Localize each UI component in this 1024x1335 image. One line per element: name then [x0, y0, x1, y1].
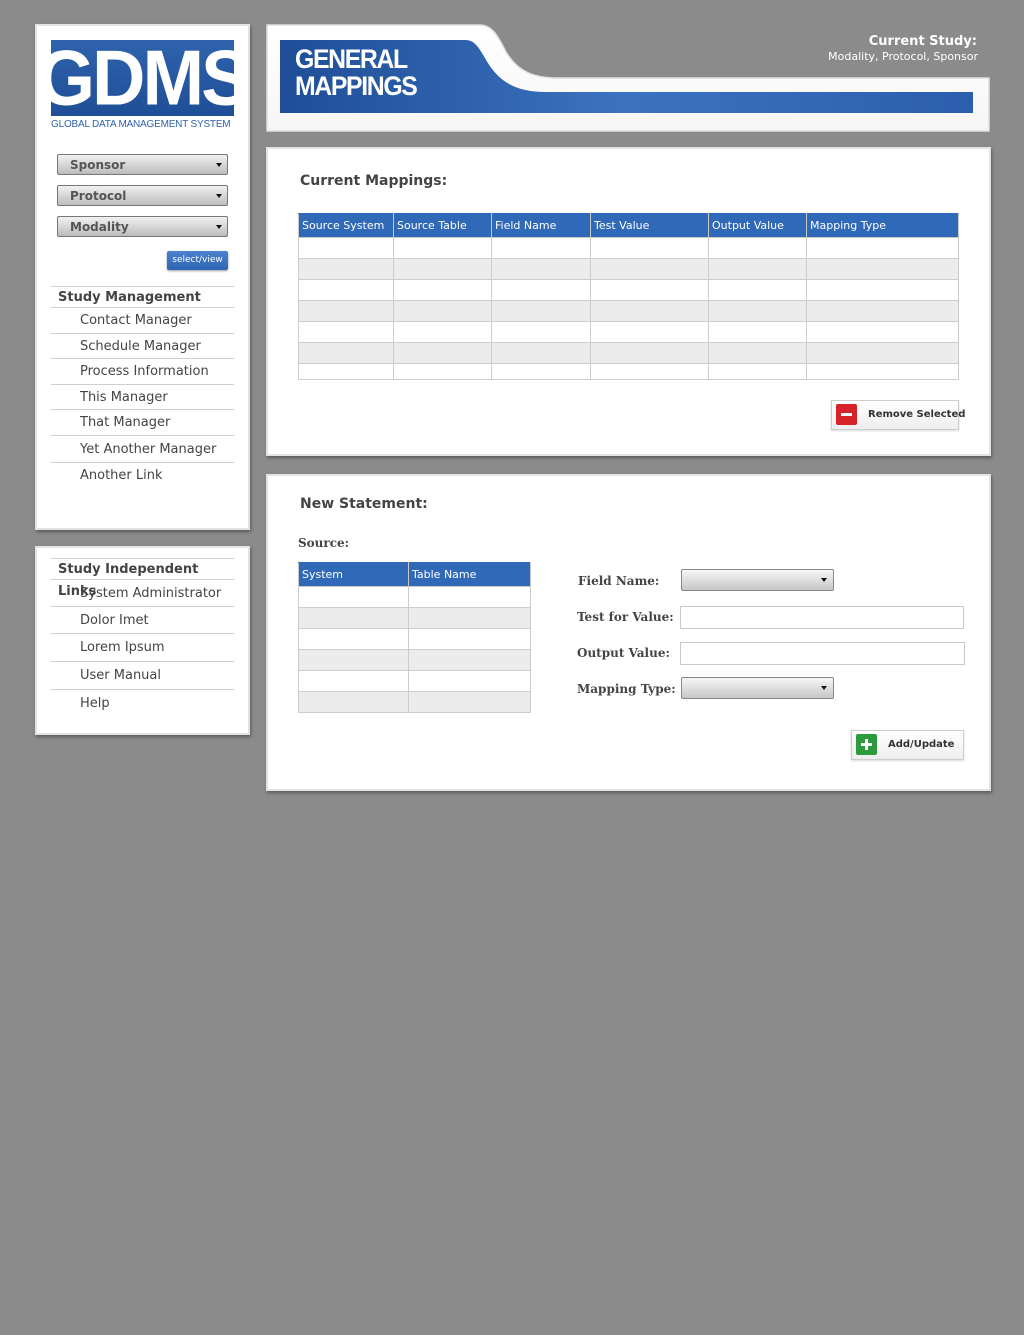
current-study-label: Current Study:: [868, 34, 977, 49]
table-row[interactable]: [298, 321, 959, 343]
current-study-value: Modality, Protocol, Sponsor: [828, 50, 978, 63]
nav-lorem-ipsum[interactable]: Lorem Ipsum: [51, 634, 234, 662]
col-source-table[interactable]: Source Table: [393, 213, 492, 238]
study-management-heading: Study Management: [51, 286, 234, 308]
add-update-button[interactable]: Add/Update: [851, 730, 964, 760]
independent-links-heading: Study Independent Links: [51, 558, 234, 599]
mapping-type-select[interactable]: [681, 677, 834, 699]
page-title-line1: GENERAL: [295, 44, 408, 74]
mapping-type-label: Mapping Type:: [577, 682, 676, 696]
table-row[interactable]: [298, 691, 531, 713]
nav-process-information[interactable]: Process Information: [51, 359, 234, 385]
nav-contact-manager[interactable]: Contact Manager: [51, 308, 234, 334]
current-mappings-table: Source System Source Table Field Name Te…: [298, 213, 959, 380]
remove-selected-button[interactable]: Remove Selected: [831, 400, 965, 430]
field-name-label: Field Name:: [578, 574, 660, 588]
page-title-line2: MAPPINGS: [295, 71, 418, 101]
field-name-select[interactable]: [681, 569, 834, 591]
independent-links-nav: Study Independent Links System Administr…: [51, 558, 234, 718]
output-value-label: Output Value:: [577, 646, 670, 660]
col-mapping-type[interactable]: Mapping Type: [806, 213, 959, 238]
col-field-name[interactable]: Field Name: [491, 213, 591, 238]
nav-another-link[interactable]: Another Link: [51, 463, 234, 489]
protocol-select[interactable]: Protocol: [57, 185, 228, 206]
gdms-logo[interactable]: GDMS: [38, 39, 251, 117]
chevron-down-icon: [216, 194, 222, 198]
col-source-system[interactable]: Source System: [298, 213, 394, 238]
table-row[interactable]: [298, 279, 959, 301]
table-row[interactable]: [298, 670, 531, 692]
table-row[interactable]: [298, 363, 959, 380]
table-row[interactable]: [298, 649, 531, 671]
select-view-button[interactable]: select/view: [167, 251, 228, 270]
protocol-select-label: Protocol: [70, 189, 127, 203]
nav-yet-another-manager[interactable]: Yet Another Manager: [51, 436, 234, 463]
page-title: GENERAL MAPPINGS: [295, 44, 418, 101]
logo-text: GDMS: [37, 33, 251, 122]
table-row[interactable]: [298, 342, 959, 364]
modality-select[interactable]: Modality: [57, 216, 228, 237]
modality-select-label: Modality: [70, 220, 129, 234]
table-header-row: System Table Name: [298, 562, 531, 587]
new-statement-title: New Statement:: [300, 496, 428, 512]
table-header-row: Source System Source Table Field Name Te…: [298, 213, 959, 238]
add-update-label: Add/Update: [888, 739, 955, 750]
table-row[interactable]: [298, 300, 959, 322]
col-table-name[interactable]: Table Name: [408, 562, 531, 587]
sponsor-select-label: Sponsor: [70, 158, 126, 172]
page-header: GENERAL MAPPINGS Current Study: Modality…: [266, 24, 991, 133]
nav-that-manager[interactable]: That Manager: [51, 410, 234, 436]
independent-links-panel: Study Independent Links System Administr…: [35, 546, 250, 735]
table-row[interactable]: [298, 258, 959, 280]
chevron-down-icon: [216, 163, 222, 167]
new-statement-panel: New Statement: Source: System Table Name…: [266, 474, 991, 791]
sponsor-select[interactable]: Sponsor: [57, 154, 228, 175]
remove-selected-label: Remove Selected: [868, 409, 966, 420]
chevron-down-icon: [216, 225, 222, 229]
table-row[interactable]: [298, 628, 531, 650]
col-test-value[interactable]: Test Value: [590, 213, 709, 238]
table-row[interactable]: [298, 607, 531, 629]
chevron-down-icon: [821, 578, 827, 582]
chevron-down-icon: [821, 686, 827, 690]
output-value-input[interactable]: [680, 642, 965, 665]
table-row[interactable]: [298, 586, 531, 608]
minus-icon: [836, 404, 857, 425]
source-label: Source:: [298, 536, 350, 550]
nav-help[interactable]: Help: [51, 690, 234, 718]
sidebar-panel: GDMS GLOBAL DATA MANAGEMENT SYSTEM Spons…: [35, 24, 251, 530]
nav-schedule-manager[interactable]: Schedule Manager: [51, 334, 234, 359]
table-row[interactable]: [298, 237, 959, 259]
nav-user-manual[interactable]: User Manual: [51, 662, 234, 690]
logo-subtitle: GLOBAL DATA MANAGEMENT SYSTEM: [51, 119, 231, 130]
test-value-label: Test for Value:: [577, 610, 674, 624]
test-value-input[interactable]: [680, 606, 964, 629]
col-system[interactable]: System: [298, 562, 409, 587]
study-management-nav: Study Management Contact Manager Schedul…: [51, 286, 234, 489]
nav-this-manager[interactable]: This Manager: [51, 385, 234, 410]
source-table: System Table Name: [298, 562, 531, 713]
current-mappings-title: Current Mappings:: [300, 173, 448, 189]
current-mappings-panel: Current Mappings: Source System Source T…: [266, 147, 991, 456]
plus-icon: [856, 734, 877, 755]
col-output-value[interactable]: Output Value: [708, 213, 807, 238]
nav-dolor-imet[interactable]: Dolor Imet: [51, 607, 234, 634]
